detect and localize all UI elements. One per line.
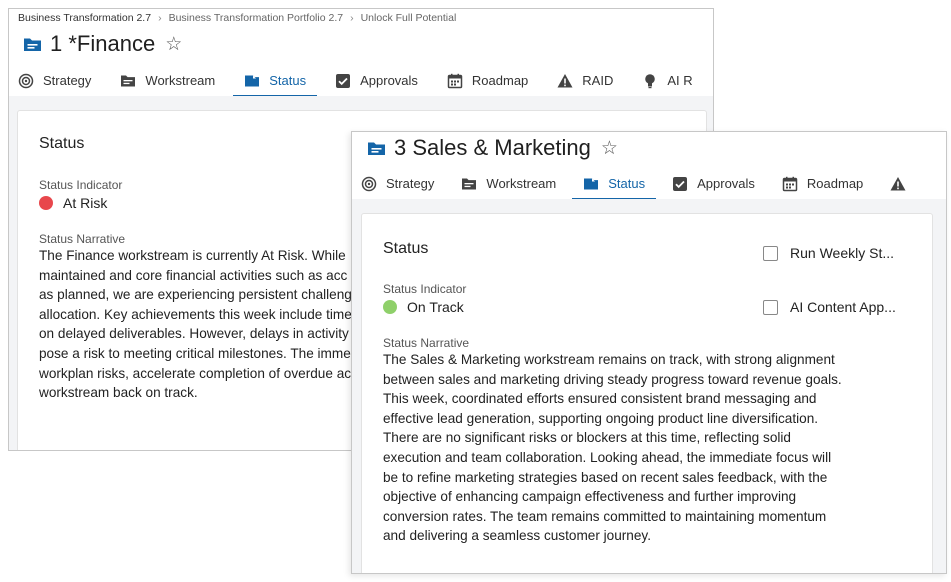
narrative-line: objective of enhancing campaign effectiv… [383, 489, 797, 505]
narrative-line: This week, coordinated efforts ensured c… [383, 391, 817, 407]
status-card: Status Status Indicator On Track Run Wee… [361, 213, 933, 573]
folder-icon [245, 75, 260, 86]
favorite-star-icon[interactable]: ☆ [165, 33, 182, 56]
tab-label: Status [269, 73, 307, 88]
checkbox[interactable] [763, 299, 778, 315]
status-heading: Status [39, 135, 85, 152]
tab-workstream[interactable]: Workstream [450, 168, 567, 199]
narrative-line: conversion rates. The team remains commi… [383, 508, 827, 524]
tab-status[interactable]: Status [572, 168, 656, 200]
page-header: 1 *Finance ☆ [23, 31, 182, 57]
narrative-line: The Sales & Marketing workstream remains… [383, 352, 835, 367]
narrative-line: pose a risk to meeting critical mileston… [39, 345, 351, 361]
calendar-icon [447, 73, 463, 88]
status-dot-green [383, 300, 397, 314]
lightbulb-icon [645, 73, 656, 88]
status-indicator: On Track [383, 299, 464, 315]
status-dot-red [39, 196, 53, 210]
tab-strategy[interactable]: Strategy [9, 65, 102, 96]
breadcrumb-item[interactable]: Business Transformation 2.7 [18, 12, 151, 24]
narrative-line: on delayed deliverables. However, delays… [39, 326, 349, 342]
target-icon [18, 73, 34, 88]
folder-list-icon [121, 75, 136, 86]
tab-bar: Strategy Workstream Status Approvals Roa… [9, 65, 713, 97]
target-icon [361, 176, 377, 191]
tab-label: AI R [667, 73, 693, 88]
checkbox-label: AI Content App... [790, 299, 896, 315]
checkbox[interactable] [763, 245, 778, 261]
folder-list-icon [462, 178, 477, 189]
checkbox-icon [336, 73, 351, 88]
breadcrumb-item[interactable]: Unlock Full Potential [361, 12, 457, 24]
status-indicator-value: On Track [407, 299, 464, 315]
warning-icon [557, 73, 573, 87]
status-narrative: The Finance workstream is currently At R… [39, 246, 352, 403]
tab-status[interactable]: Status [233, 65, 317, 97]
narrative-line: as planned, we are experiencing persiste… [39, 287, 352, 303]
folder-icon [368, 142, 385, 155]
tab-raid[interactable] [879, 168, 926, 199]
warning-icon [890, 176, 906, 190]
page-title: 1 *Finance [50, 31, 156, 56]
status-indicator-label: Status Indicator [39, 178, 123, 192]
tab-label: Approvals [697, 176, 755, 191]
calendar-icon [782, 176, 798, 191]
narrative-line: execution and team collaboration. Lookin… [383, 449, 832, 465]
tab-label: Strategy [386, 176, 435, 191]
status-narrative-label: Status Narrative [39, 232, 126, 246]
folder-icon [24, 38, 41, 51]
narrative-line: between sales and marketing driving stea… [383, 371, 842, 387]
status-indicator-value: At Risk [63, 195, 108, 211]
tab-roadmap[interactable]: Roadmap [771, 168, 874, 199]
sales-marketing-window: 3 Sales & Marketing ☆ Strategy Workstrea… [351, 131, 947, 574]
narrative-line: maintained and core financial activities… [39, 267, 348, 283]
breadcrumb: Business Transformation 2.7 › Business Tra… [18, 12, 456, 24]
narrative-line: workplan risks, accelerate completion of… [39, 365, 352, 381]
tab-label: Approvals [360, 73, 418, 88]
breadcrumb-item[interactable]: Business Transformation Portfolio 2.7 [169, 12, 344, 24]
tab-approvals[interactable]: Approvals [661, 168, 766, 199]
checkbox-label: Run Weekly St... [790, 245, 895, 261]
folder-icon [584, 178, 599, 189]
narrative-line: The Finance workstream is currently At R… [39, 248, 346, 263]
page-title: 3 Sales & Marketing [394, 135, 591, 160]
tab-label: Roadmap [471, 73, 529, 88]
ai-content-checkbox[interactable]: AI Content App... [763, 299, 896, 315]
narrative-line: workstream back on track. [39, 385, 198, 401]
narrative-line: There are no significant risks or blocke… [383, 430, 791, 446]
tab-strategy[interactable]: Strategy [352, 168, 445, 199]
tab-roadmap[interactable]: Roadmap [436, 65, 539, 96]
narrative-line: and delivering a seamless customer journ… [383, 528, 651, 544]
tab-bar: Strategy Workstream Status Approvals Roa… [352, 168, 946, 200]
status-narrative-label: Status Narrative [383, 336, 470, 350]
tab-raid[interactable]: RAID [546, 65, 624, 96]
status-indicator-label: Status Indicator [383, 282, 467, 296]
narrative-line: be to refine marketing strategies based … [383, 469, 828, 485]
tab-workstream[interactable]: Workstream [109, 65, 226, 96]
page-header: 3 Sales & Marketing ☆ [367, 135, 618, 161]
run-weekly-checkbox[interactable]: Run Weekly St... [763, 245, 894, 261]
tab-label: RAID [582, 73, 614, 88]
chevron-right-icon: › [158, 12, 162, 24]
favorite-star-icon[interactable]: ☆ [601, 137, 618, 160]
tab-ai[interactable]: AI R [631, 65, 703, 96]
tab-label: Status [608, 176, 646, 191]
checkbox-icon [673, 176, 688, 191]
status-narrative: The Sales & Marketing workstream remains… [383, 350, 842, 546]
tab-label: Workstream [145, 73, 216, 88]
chevron-right-icon: › [350, 12, 354, 24]
tab-approvals[interactable]: Approvals [324, 65, 429, 96]
tab-label: Workstream [486, 176, 557, 191]
tab-label: Strategy [43, 73, 92, 88]
narrative-line: effective lead generation, supporting on… [383, 410, 819, 426]
tab-label: Roadmap [806, 176, 864, 191]
narrative-line: allocation. Key achievements this week i… [39, 306, 352, 322]
status-indicator: At Risk [39, 195, 107, 211]
status-heading: Status [383, 240, 429, 257]
